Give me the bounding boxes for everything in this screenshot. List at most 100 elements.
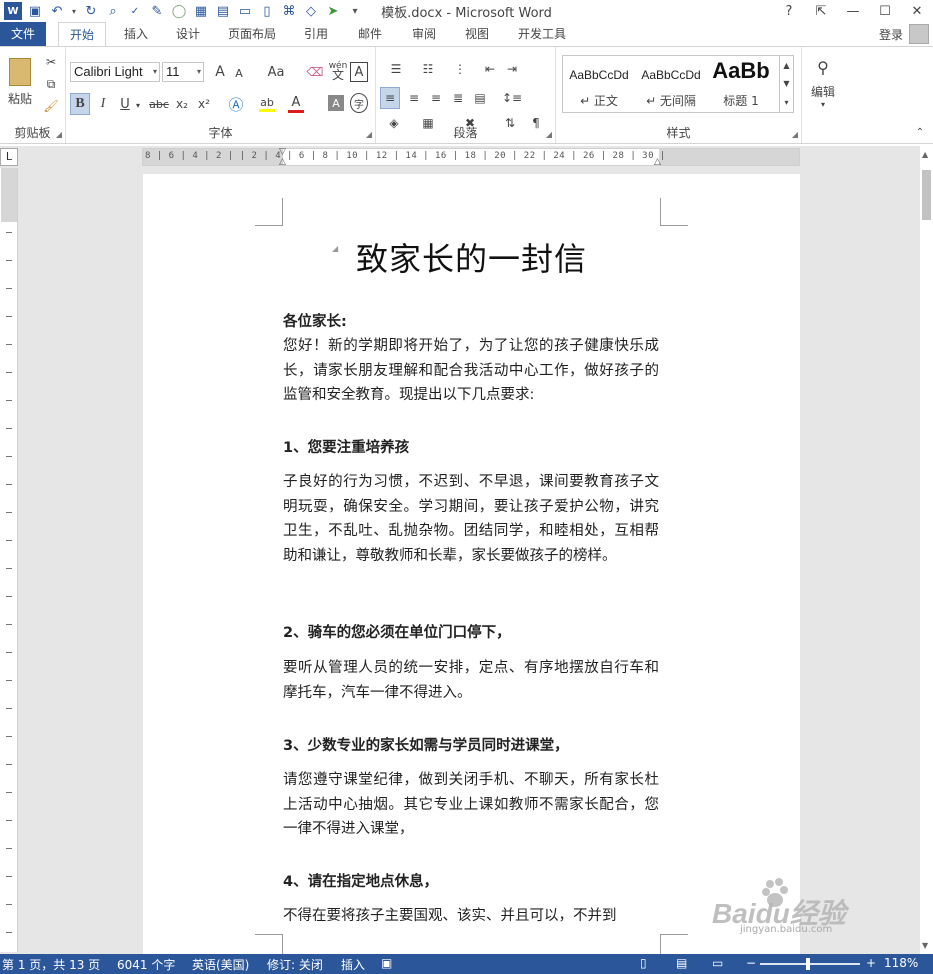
change-case-button[interactable]: Aa xyxy=(262,62,290,82)
zoom-thumb[interactable] xyxy=(806,958,810,970)
gallery-down-icon[interactable]: ▼ xyxy=(779,74,793,92)
char-shading-button[interactable]: A xyxy=(328,95,344,111)
font-launcher-icon[interactable]: ◢ xyxy=(366,130,372,139)
highlight-button[interactable]: ab xyxy=(256,93,278,115)
scroll-down-icon[interactable]: ▼ xyxy=(922,941,928,950)
ribbon-display-icon[interactable]: ⇱ xyxy=(805,0,837,22)
tab-review[interactable]: 审阅 xyxy=(406,22,442,46)
intro-paragraph: 您好！新的学期即将开始了，为了让您的孩子健康快乐成长，请家长朋友理解和配合我活动… xyxy=(283,338,659,403)
multilevel-list-icon[interactable]: ⋮ xyxy=(446,59,474,79)
web-layout-icon[interactable]: ▭ xyxy=(712,956,723,970)
decrease-indent-icon[interactable]: ⇤ xyxy=(480,59,500,79)
tab-insert[interactable]: 插入 xyxy=(118,22,154,46)
vruler-tick xyxy=(6,904,12,905)
tab-layout[interactable]: 页面布局 xyxy=(222,22,282,46)
tab-developer[interactable]: 开发工具 xyxy=(512,22,572,46)
style-normal[interactable]: AaBbCcDd ↵ 正文 xyxy=(563,56,635,112)
help-button[interactable]: ? xyxy=(773,0,805,22)
tab-design[interactable]: 设计 xyxy=(170,22,206,46)
subscript-button[interactable]: x₂ xyxy=(172,93,192,115)
distributed-icon[interactable]: ▤ xyxy=(470,87,490,109)
paste-button[interactable]: 粘贴 xyxy=(4,55,36,109)
highlight-icon: ab xyxy=(260,96,274,109)
tab-selector[interactable]: L xyxy=(0,148,18,166)
scroll-thumb[interactable] xyxy=(922,170,931,220)
status-words[interactable]: 6041 个字 xyxy=(117,956,175,973)
close-icon[interactable]: ✕ xyxy=(901,0,933,22)
gallery-more-icon[interactable]: ▾ xyxy=(779,92,793,112)
underline-button[interactable]: U xyxy=(116,93,134,115)
italic-button[interactable]: I xyxy=(94,93,112,115)
bold-button[interactable]: B xyxy=(70,93,90,115)
maximize-icon[interactable]: ☐ xyxy=(869,0,901,22)
section-heading-1: 1、您要注重培养孩 xyxy=(283,440,410,456)
cut-icon[interactable]: ✂ xyxy=(42,53,60,71)
tab-mailings[interactable]: 邮件 xyxy=(352,22,388,46)
editing-button[interactable]: ⚲ 编辑 ▾ xyxy=(806,53,840,113)
zoom-slider[interactable] xyxy=(760,958,860,970)
macro-record-icon[interactable]: ▣ xyxy=(381,956,392,970)
font-name-combo[interactable]: Calibri Light ▾ xyxy=(70,62,160,82)
bullets-icon[interactable]: ☰ xyxy=(382,59,410,79)
login-link[interactable]: 登录 xyxy=(879,26,903,43)
status-track-changes[interactable]: 修订: 关闭 xyxy=(267,956,323,973)
read-mode-icon[interactable]: ▯ xyxy=(640,956,647,970)
strikethrough-button[interactable]: abc xyxy=(148,93,170,115)
font-color-button[interactable]: A xyxy=(286,93,306,115)
paragraph-launcher-icon[interactable]: ◢ xyxy=(546,130,552,139)
tab-file[interactable]: 文件 xyxy=(0,22,46,46)
tab-view[interactable]: 视图 xyxy=(459,22,495,46)
styles-launcher-icon[interactable]: ◢ xyxy=(792,130,798,139)
section-paragraph-1: 子良好的行为习惯，不迟到、不早退，课间要教育孩子文明玩耍，确保安全。学习期间，要… xyxy=(283,474,659,564)
status-language[interactable]: 英语(美国) xyxy=(192,956,249,973)
line-spacing-icon[interactable]: ↕≡ xyxy=(498,87,526,109)
increase-indent-icon[interactable]: ⇥ xyxy=(502,59,522,79)
align-left-icon[interactable]: ≡ xyxy=(380,87,400,109)
char-border-button[interactable]: A xyxy=(350,62,368,82)
format-painter-icon[interactable]: 🖌 xyxy=(42,97,60,115)
ruler-numbers: 8 | 6 | 4 | 2 | | 2 | 4 | 6 | 8 | 10 | 1… xyxy=(145,151,666,161)
zoom-in-icon[interactable]: + xyxy=(866,956,876,970)
vruler-tick xyxy=(6,736,12,737)
copy-icon[interactable]: ⧉ xyxy=(42,75,60,93)
collapse-ribbon-icon[interactable]: ⌃ xyxy=(912,125,928,139)
vertical-scrollbar[interactable]: ▲ ▼ xyxy=(920,146,933,954)
minimize-icon[interactable]: — xyxy=(837,0,869,22)
avatar[interactable] xyxy=(909,24,929,44)
indent-marker[interactable]: ▽ △ xyxy=(279,147,287,169)
status-insert-mode[interactable]: 插入 xyxy=(341,956,365,973)
print-layout-icon[interactable]: ▤ xyxy=(676,956,687,970)
first-line-indent-icon: ▽ xyxy=(279,147,286,157)
status-page[interactable]: 第 1 页，共 13 页 xyxy=(2,956,100,973)
underline-dropdown-icon[interactable]: ▾ xyxy=(134,97,142,113)
style-heading-1[interactable]: AaBb 标题 1 xyxy=(707,56,775,112)
document-page[interactable]: ◢ 致家长的一封信 各位家长: 您好！新的学期即将开始了，为了让您的孩子健康快乐… xyxy=(143,174,800,964)
window-controls: ? ⇱ — ☐ ✕ xyxy=(773,0,933,22)
justify-icon[interactable]: ≣ xyxy=(448,87,468,109)
enclose-char-button[interactable]: 字 xyxy=(350,93,368,113)
shrink-font-button[interactable]: A xyxy=(232,64,246,82)
zoom-out-icon[interactable]: − xyxy=(746,956,756,970)
text-effects-icon[interactable]: Ⓐ xyxy=(226,93,246,115)
style-no-spacing[interactable]: AaBbCcDd ↵ 无间隔 xyxy=(635,56,707,112)
scroll-up-icon[interactable]: ▲ xyxy=(922,150,928,159)
section-heading-4: 4、请在指定地点休息， xyxy=(283,874,439,890)
vertical-ruler[interactable] xyxy=(0,168,18,952)
font-size-combo[interactable]: 11 ▾ xyxy=(162,62,204,82)
align-center-icon[interactable]: ≡ xyxy=(404,87,424,109)
superscript-button[interactable]: x² xyxy=(194,93,214,115)
align-right-icon[interactable]: ≡ xyxy=(426,87,446,109)
clipboard-launcher-icon[interactable]: ◢ xyxy=(56,130,62,139)
gallery-up-icon[interactable]: ▲ xyxy=(779,56,793,74)
tab-references[interactable]: 引用 xyxy=(298,22,334,46)
vruler-tick xyxy=(6,820,12,821)
numbering-icon[interactable]: ☷ xyxy=(414,59,442,79)
zoom-level[interactable]: 118% xyxy=(884,956,918,970)
tab-home[interactable]: 开始 xyxy=(58,22,106,46)
grow-font-button[interactable]: A xyxy=(212,62,228,82)
font-group: Calibri Light ▾ 11 ▾ A A Aa ⌫ wén 文 A B I U… xyxy=(66,47,376,143)
horizontal-ruler[interactable]: 8 | 6 | 4 | 2 | | 2 | 4 | 6 | 8 | 10 | 1… xyxy=(142,147,800,169)
pinyin-guide-button[interactable]: wén 文 xyxy=(328,60,348,82)
right-indent-icon[interactable]: △ xyxy=(654,157,661,167)
clear-format-icon[interactable]: ⌫ xyxy=(306,62,324,82)
